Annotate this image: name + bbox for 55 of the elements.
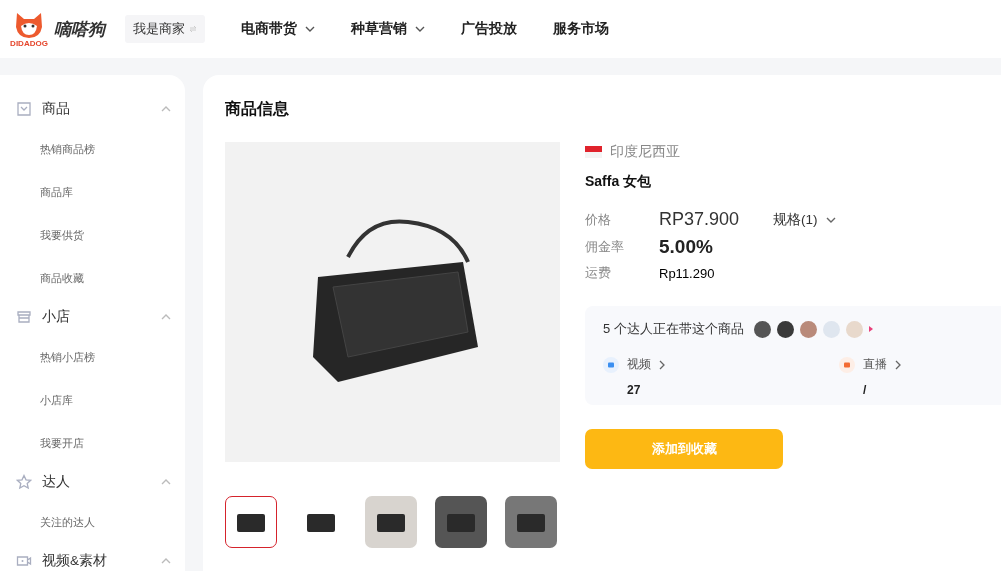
- stat-link[interactable]: 视频: [603, 356, 839, 373]
- nav-menu[interactable]: 种草营销: [351, 20, 425, 38]
- thumbnail[interactable]: [365, 496, 417, 548]
- nav-menu[interactable]: 服务市场: [553, 20, 609, 38]
- bag-icon: [16, 101, 32, 117]
- thumbnail[interactable]: [505, 496, 557, 548]
- shipping-label: 运费: [585, 264, 612, 282]
- sidebar-group[interactable]: 商品: [0, 91, 185, 127]
- country-name: 印度尼西亚: [610, 143, 680, 161]
- spec-dropdown[interactable]: 规格(1): [773, 210, 1001, 229]
- price-label: 价格: [585, 210, 612, 229]
- caret-icon: [868, 326, 873, 332]
- chevron-icon: [825, 216, 836, 223]
- commission-label: 佣金率: [585, 238, 625, 256]
- shop-icon: [16, 309, 32, 325]
- stat-link[interactable]: 直播: [839, 356, 983, 373]
- chevron-right-icon: [895, 359, 901, 370]
- sidebar-item[interactable]: 小店库: [0, 378, 185, 421]
- logo-caption: DIDADOG: [10, 38, 48, 48]
- sidebar-item[interactable]: 商品收藏: [0, 256, 185, 299]
- sidebar-item[interactable]: 商品库: [0, 170, 185, 213]
- section-title: 商品信息: [225, 99, 290, 119]
- sidebar-group[interactable]: 达人: [0, 464, 185, 500]
- role-switch-button[interactable]: 我是商家: [125, 15, 205, 43]
- brand-name: 嘀嗒狗: [54, 18, 105, 41]
- video-icon: [603, 356, 619, 373]
- sidebar-group[interactable]: 视频&素材: [0, 543, 185, 571]
- sidebar-group[interactable]: 小店: [0, 299, 185, 335]
- commission-value: 5.00%: [659, 236, 714, 258]
- thumbnail[interactable]: [435, 496, 487, 548]
- stat-value: 27: [626, 383, 642, 397]
- nav-menu[interactable]: 广告投放: [461, 20, 517, 38]
- video-camera-icon: [16, 553, 32, 569]
- swap-icon: [189, 25, 197, 33]
- dog-logo-icon: [14, 10, 44, 39]
- sidebar-item[interactable]: 热销小店榜: [0, 335, 185, 378]
- price-value: RP37.900: [659, 209, 741, 230]
- creator-count-text: 5 个达人正在带这个商品: [603, 320, 744, 338]
- star-icon: [16, 474, 32, 490]
- flag-icon: [585, 146, 602, 158]
- sidebar-item[interactable]: 我要开店: [0, 421, 185, 464]
- chevron-right-icon: [659, 359, 665, 370]
- thumbnail[interactable]: [225, 496, 277, 548]
- chevron-icon: [415, 26, 425, 32]
- live-icon: [839, 356, 855, 373]
- product-name: Saffa 女包: [585, 173, 653, 191]
- chevron-icon: [305, 26, 315, 32]
- nav-menu[interactable]: 电商带货: [241, 20, 315, 38]
- shipping-value: Rp11.290: [659, 265, 716, 281]
- sidebar-item[interactable]: 我要供货: [0, 213, 185, 256]
- avatar-icon[interactable]: [776, 320, 794, 338]
- sidebar-item[interactable]: 热销商品榜: [0, 127, 185, 170]
- stat-value: /: [862, 383, 868, 397]
- sidebar-item[interactable]: 关注的达人: [0, 500, 185, 543]
- avatar-icon[interactable]: [753, 320, 771, 338]
